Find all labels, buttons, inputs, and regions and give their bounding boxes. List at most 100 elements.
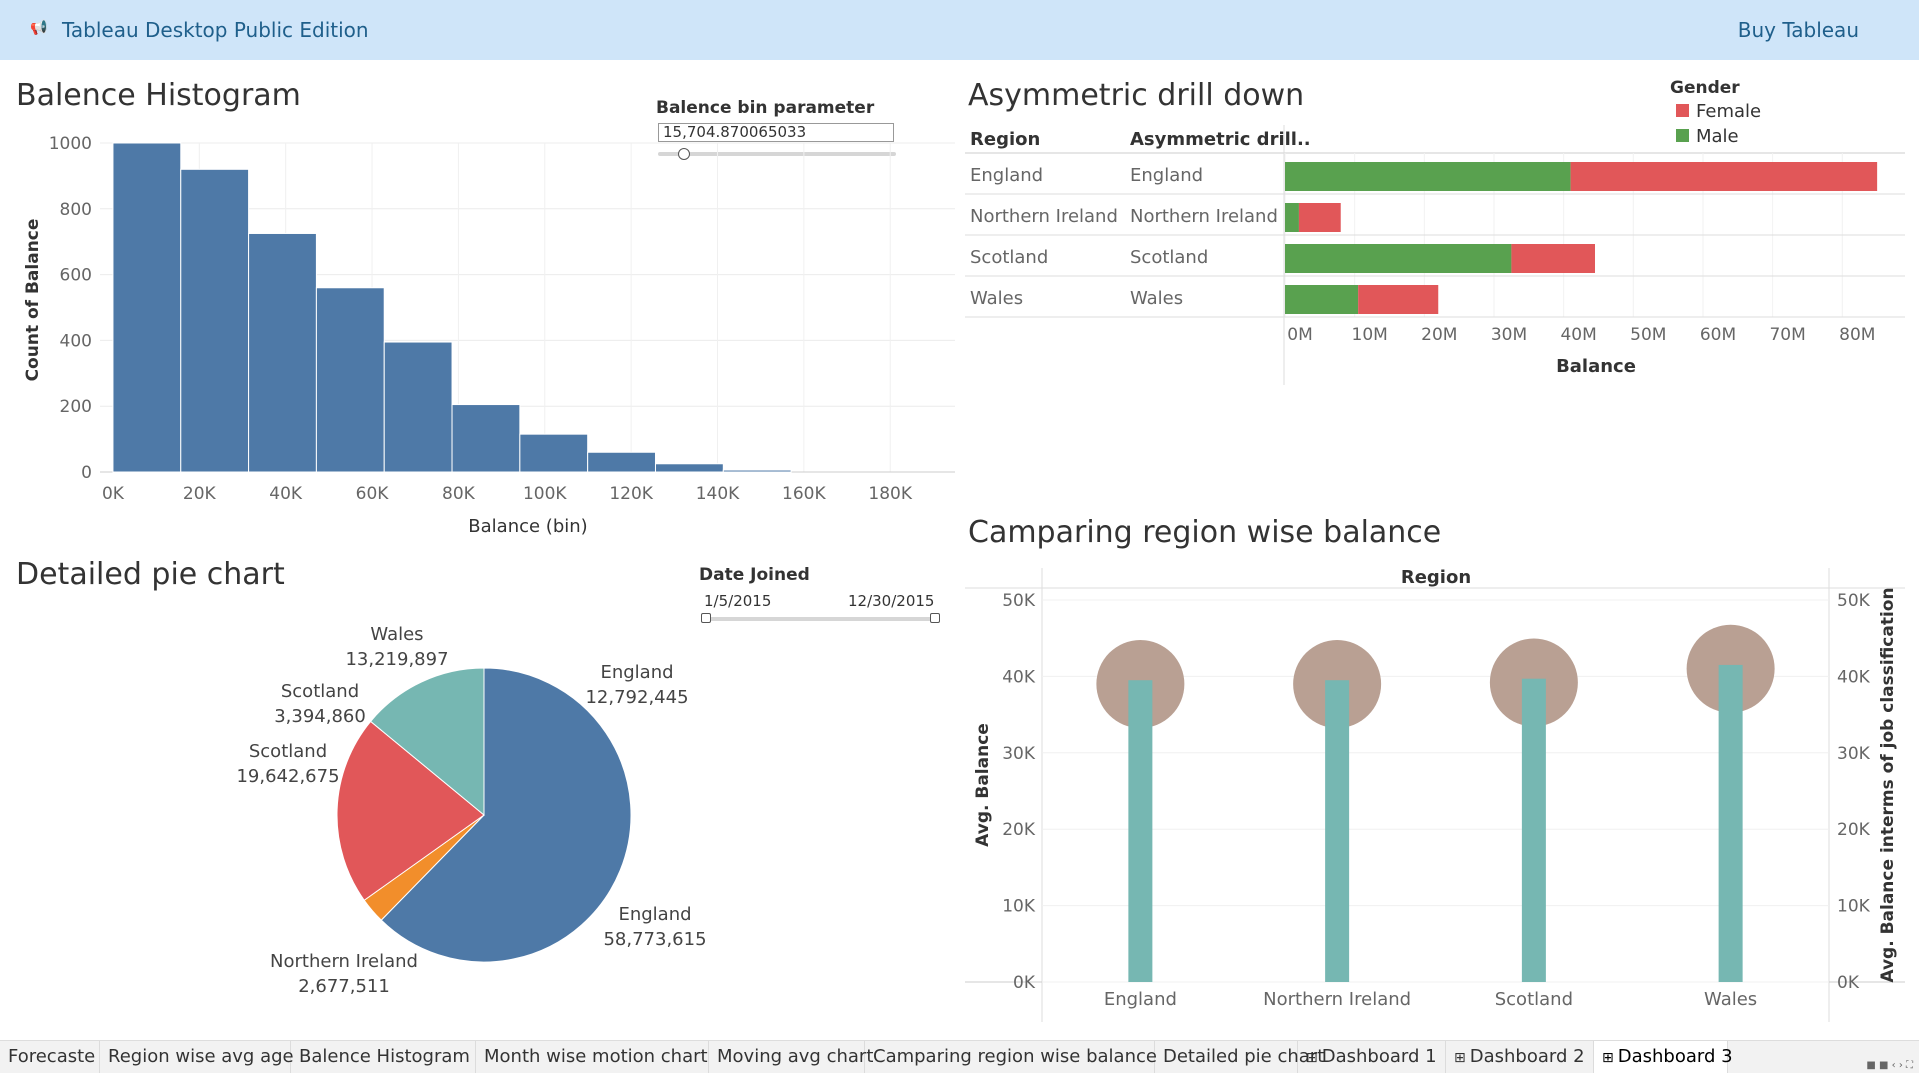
region-column-header: Region [970, 129, 1040, 150]
hist-y-tick: 400 [60, 331, 92, 351]
hist-y-tick: 1000 [49, 134, 92, 154]
histogram-chart: 1000 800 600 400 200 0 0K 20K 40K 60K 80K 100K 120K 1… [23, 134, 955, 537]
tab-label: Dashboard 2 [1469, 1046, 1585, 1067]
dashboard-icon: ⊞ [1454, 1050, 1466, 1066]
tab-forecaste[interactable]: Forecaste [0, 1041, 100, 1073]
tab-label: Dashboard 3 [1617, 1046, 1733, 1067]
lollipop-bar [1521, 678, 1546, 982]
pie-label-name: Northern Ireland [270, 951, 418, 972]
hist-x-tick: 140K [696, 484, 740, 504]
lollipop-x-tick: Northern Ireland [1263, 989, 1411, 1010]
lollipop-x-tick: Scotland [1495, 989, 1573, 1010]
lollipop-bar [1128, 680, 1153, 982]
lollipop-y-tick-left: 10K [1002, 897, 1036, 917]
region-cell: Northern Ireland [970, 206, 1118, 227]
drill-x-tick: 40M [1560, 325, 1596, 345]
hist-x-tick: 180K [868, 484, 912, 504]
tab-label: Balence Histogram [299, 1046, 470, 1067]
drilldown-chart: GenderFemaleMaleRegion Asymmetric drill..… [965, 78, 1905, 385]
lollipop-region-header: Region [1401, 567, 1471, 588]
tab-month-wise-motion-chart[interactable]: Month wise motion chart [476, 1041, 709, 1073]
hist-bar [654, 463, 724, 473]
legend-swatch-male [1676, 129, 1689, 142]
pie-label-value: 13,219,897 [345, 649, 448, 670]
hist-x-tick: 0K [102, 484, 125, 504]
hist-bar [315, 287, 385, 473]
hist-x-tick: 60K [356, 484, 390, 504]
lollipop-bar [1718, 664, 1743, 982]
tab-label: Dashboard 1 [1321, 1046, 1437, 1067]
tab-region-wise-avg-age[interactable]: Region wise avg age [100, 1041, 294, 1073]
drill-x-tick: 30M [1491, 325, 1527, 345]
drill-x-tick: 70M [1769, 325, 1805, 345]
tab-dashboard-3[interactable]: ⊞ Dashboard 3 [1594, 1041, 1733, 1073]
hist-x-label: Balance (bin) [468, 516, 587, 537]
lollipop-x-tick: Wales [1704, 989, 1757, 1010]
hist-bar [587, 451, 656, 473]
tab-label: Camparing region wise balance [873, 1046, 1157, 1067]
pie-chart: England 58,773,615 Northern Ireland 2,677,5… [236, 624, 706, 997]
drill-cell: Northern Ireland [1130, 206, 1278, 227]
tab-dashboard-2[interactable]: ⊞ Dashboard 2 [1446, 1041, 1594, 1073]
tab-moving-avg-chart[interactable]: Moving avg chart [709, 1041, 873, 1073]
drill-bar-male [1285, 244, 1512, 273]
drill-x-tick: 20M [1421, 325, 1457, 345]
hist-x-tick: 20K [183, 484, 217, 504]
drill-cell: Wales [1130, 288, 1183, 309]
hist-y-tick: 600 [60, 266, 92, 286]
lollipop-y-tick-left: 50K [1002, 591, 1036, 611]
tab-detailed-pie-chart[interactable]: Detailed pie chart [1155, 1041, 1324, 1073]
hist-bar [451, 404, 521, 473]
pie-label-name: England [618, 904, 691, 925]
hist-y-label: Count of Balance [23, 219, 43, 382]
hist-y-tick: 0 [81, 463, 92, 483]
region-cell: Scotland [970, 247, 1048, 268]
tab-label: Month wise motion chart [484, 1046, 708, 1067]
pie-label-value: 19,642,675 [236, 766, 339, 787]
hist-x-tick: 100K [523, 484, 567, 504]
drill-x-tick: 0M [1287, 325, 1312, 345]
drill-x-tick: 60M [1700, 325, 1736, 345]
lollipop-x-tick: England [1104, 989, 1177, 1010]
drill-bar-male [1285, 162, 1571, 191]
gender-legend-title: Gender [1670, 78, 1740, 98]
lollipop-y-tick-right: 40K [1837, 667, 1871, 687]
legend-swatch-female [1676, 104, 1689, 117]
region-cell: Wales [970, 288, 1023, 309]
hist-x-tick: 80K [442, 484, 476, 504]
hist-bar [383, 341, 453, 473]
lollipop-y-tick-left: 40K [1002, 667, 1036, 687]
status-controls: ■ ■ ‹ › ⛶ [1866, 1060, 1913, 1071]
tab-label: Forecaste [8, 1046, 96, 1067]
lollipop-y-label-right: Avg. Balance interms of job classificati… [1878, 587, 1898, 982]
drill-cell: England [1130, 165, 1203, 186]
hist-x-tick: 120K [609, 484, 653, 504]
tab-camparing-region-wise-balance[interactable]: Camparing region wise balance [865, 1041, 1157, 1073]
lollipop-chart: Region 50K 50K 40K 40K 30K 30K 20K 20K 10K 10K 0K 0K… [965, 567, 1905, 1022]
pie-label-value: 12,792,445 [585, 687, 688, 708]
lollipop-y-tick-right: 20K [1837, 820, 1871, 840]
hist-bar [248, 232, 317, 473]
lollipop-y-tick-right: 10K [1837, 897, 1871, 917]
lollipop-y-tick-left: 0K [1013, 973, 1036, 993]
hist-bar [722, 469, 792, 473]
drill-bar-female [1511, 244, 1595, 273]
dashboard-icon: ⊞ [1306, 1050, 1318, 1066]
pie-label-value: 58,773,615 [603, 929, 706, 950]
drill-bar-male [1285, 203, 1299, 232]
drill-cell: Scotland [1130, 247, 1208, 268]
tab-balence-histogram[interactable]: Balence Histogram [291, 1041, 476, 1073]
drill-x-tick: 80M [1839, 325, 1875, 345]
tab-dashboard-1[interactable]: ⊞ Dashboard 1 [1298, 1041, 1446, 1073]
pie-label-name: Scotland [281, 681, 359, 702]
pie-label-value: 2,677,511 [298, 976, 390, 997]
pie-label-value: 3,394,860 [274, 706, 366, 727]
lollipop-y-tick-right: 30K [1837, 744, 1871, 764]
drill-bar-female [1358, 285, 1439, 314]
pie-label-name: Scotland [249, 741, 327, 762]
drill-x-tick: 10M [1352, 325, 1388, 345]
legend-label-male: Male [1696, 126, 1739, 147]
pie-label-name: England [600, 662, 673, 683]
legend-label-female: Female [1696, 101, 1761, 122]
hist-x-tick: 160K [782, 484, 826, 504]
